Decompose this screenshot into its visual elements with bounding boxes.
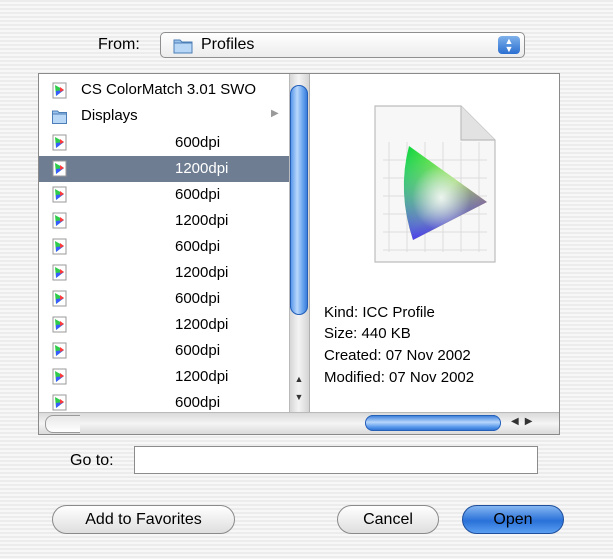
list-item[interactable]: 1200dpi — [39, 208, 289, 234]
list-item-label: 600dpi — [175, 342, 221, 359]
list-item[interactable]: 1200dpi — [39, 312, 289, 338]
profile-icon — [52, 212, 67, 229]
scroll-up-arrow-icon[interactable]: ▲ — [292, 374, 306, 384]
list-item-label: 600dpi — [175, 290, 221, 307]
preview-size: Size: 440 KB — [324, 325, 411, 342]
preview-created: Created: 07 Nov 2002 — [324, 347, 471, 364]
list-item[interactable]: Displays ▶ — [39, 104, 289, 130]
list-item[interactable]: CS ColorMatch 3.01 SWO — [39, 78, 289, 104]
scroll-down-arrow-icon[interactable]: ▼ — [292, 392, 306, 402]
file-list-column: CS ColorMatch 3.01 SWO Displays ▶ 600dpi 120… — [39, 74, 289, 412]
profile-icon — [52, 316, 67, 333]
horizontal-scroll-arrows-icon[interactable]: ◀▶ — [511, 416, 538, 427]
list-item-label: CS ColorMatch 3.01 SWO — [81, 81, 257, 98]
list-item-label: Displays — [81, 107, 138, 124]
goto-input[interactable] — [134, 446, 538, 474]
list-item[interactable]: 1200dpi — [39, 156, 289, 182]
list-item-label: 1200dpi — [175, 160, 229, 177]
preview-kind: Kind: ICC Profile — [324, 304, 435, 321]
file-list-scroll-thumb[interactable] — [290, 85, 308, 315]
list-item-label: 600dpi — [175, 134, 221, 151]
preview-modified: Modified: 07 Nov 2002 — [324, 369, 475, 386]
list-item[interactable]: 600dpi — [39, 234, 289, 260]
popup-arrows-icon: ▲ ▼ — [498, 36, 520, 54]
from-label: From: — [98, 36, 140, 53]
add-to-favorites-button[interactable]: Add to Favorites — [52, 505, 235, 534]
profile-icon — [52, 134, 67, 151]
list-item-label: 1200dpi — [175, 316, 229, 333]
from-popup[interactable]: Profiles ▲ ▼ — [160, 32, 525, 58]
horizontal-scroll-thumb[interactable] — [365, 415, 501, 431]
list-item[interactable]: 600dpi — [39, 390, 289, 412]
column-divider — [309, 74, 310, 412]
from-popup-value: Profiles — [201, 36, 255, 53]
icc-profile-document-icon — [374, 105, 496, 263]
folder-icon — [173, 39, 193, 54]
profile-icon — [52, 264, 67, 281]
profile-icon — [52, 186, 67, 203]
horizontal-scroll-left-cap — [45, 415, 80, 433]
profile-icon — [52, 290, 67, 307]
folder-icon — [52, 110, 67, 124]
profile-icon — [52, 394, 67, 411]
list-item-label: 600dpi — [175, 186, 221, 203]
list-item[interactable]: 1200dpi — [39, 260, 289, 286]
file-browser: CS ColorMatch 3.01 SWO Displays ▶ 600dpi 120… — [38, 73, 560, 435]
list-item[interactable]: 600dpi — [39, 182, 289, 208]
list-item-label: 1200dpi — [175, 264, 229, 281]
disclosure-arrow-icon: ▶ — [271, 108, 279, 119]
cancel-button[interactable]: Cancel — [337, 505, 439, 534]
list-item[interactable]: 600dpi — [39, 286, 289, 312]
profile-icon — [52, 238, 67, 255]
profile-icon — [52, 368, 67, 385]
goto-label: Go to: — [70, 452, 114, 469]
open-button[interactable]: Open — [462, 505, 564, 534]
list-item-label: 1200dpi — [175, 212, 229, 229]
list-item[interactable]: 1200dpi — [39, 364, 289, 390]
list-item-label: 1200dpi — [175, 368, 229, 385]
list-item[interactable]: 600dpi — [39, 338, 289, 364]
profile-icon — [52, 342, 67, 359]
list-item[interactable]: 600dpi — [39, 130, 289, 156]
profile-icon — [52, 82, 67, 99]
profile-icon — [52, 160, 67, 177]
list-item-label: 600dpi — [175, 238, 221, 255]
list-item-label: 600dpi — [175, 394, 221, 411]
